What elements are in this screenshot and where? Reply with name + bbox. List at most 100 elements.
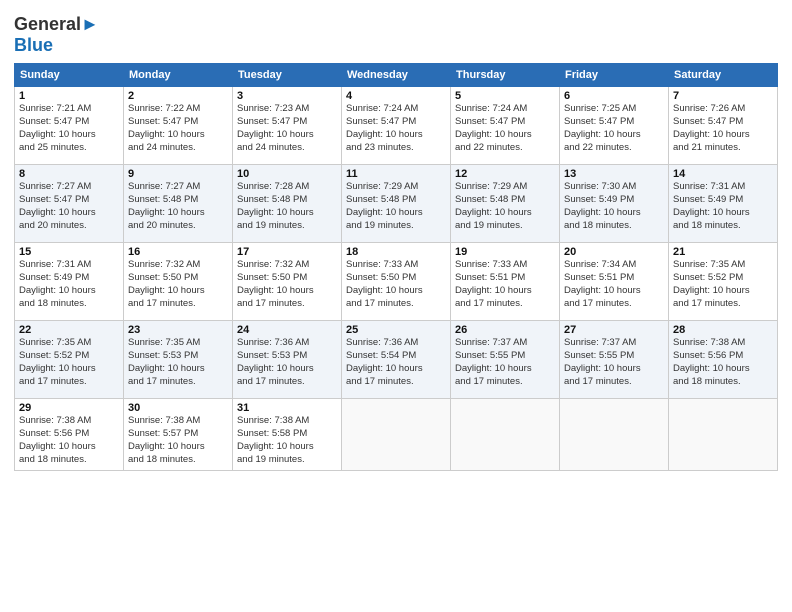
day-info: Sunrise: 7:31 AM Sunset: 5:49 PM Dayligh… — [19, 259, 119, 310]
day-info: Sunrise: 7:38 AM Sunset: 5:58 PM Dayligh… — [237, 415, 337, 466]
day-number: 30 — [128, 402, 228, 414]
calendar-cell — [451, 399, 560, 470]
day-info: Sunrise: 7:37 AM Sunset: 5:55 PM Dayligh… — [455, 337, 555, 388]
day-info: Sunrise: 7:33 AM Sunset: 5:51 PM Dayligh… — [455, 259, 555, 310]
day-number: 27 — [564, 324, 664, 336]
day-header-wednesday: Wednesday — [342, 64, 451, 87]
day-info: Sunrise: 7:32 AM Sunset: 5:50 PM Dayligh… — [237, 259, 337, 310]
calendar-cell: 17Sunrise: 7:32 AM Sunset: 5:50 PM Dayli… — [233, 243, 342, 321]
day-number: 22 — [19, 324, 119, 336]
day-number: 29 — [19, 402, 119, 414]
day-number: 23 — [128, 324, 228, 336]
day-header-friday: Friday — [560, 64, 669, 87]
calendar-cell: 23Sunrise: 7:35 AM Sunset: 5:53 PM Dayli… — [124, 321, 233, 399]
calendar-cell: 10Sunrise: 7:28 AM Sunset: 5:48 PM Dayli… — [233, 165, 342, 243]
calendar-cell: 12Sunrise: 7:29 AM Sunset: 5:48 PM Dayli… — [451, 165, 560, 243]
calendar-cell: 3Sunrise: 7:23 AM Sunset: 5:47 PM Daylig… — [233, 87, 342, 165]
day-number: 15 — [19, 246, 119, 258]
day-info: Sunrise: 7:31 AM Sunset: 5:49 PM Dayligh… — [673, 181, 773, 232]
logo: General► Blue — [14, 14, 99, 55]
calendar-cell — [560, 399, 669, 470]
calendar-cell — [342, 399, 451, 470]
calendar-cell: 11Sunrise: 7:29 AM Sunset: 5:48 PM Dayli… — [342, 165, 451, 243]
calendar-week-row: 8Sunrise: 7:27 AM Sunset: 5:47 PM Daylig… — [15, 165, 778, 243]
day-info: Sunrise: 7:21 AM Sunset: 5:47 PM Dayligh… — [19, 103, 119, 154]
day-info: Sunrise: 7:35 AM Sunset: 5:52 PM Dayligh… — [19, 337, 119, 388]
calendar-week-row: 1Sunrise: 7:21 AM Sunset: 5:47 PM Daylig… — [15, 87, 778, 165]
calendar-cell: 8Sunrise: 7:27 AM Sunset: 5:47 PM Daylig… — [15, 165, 124, 243]
day-number: 8 — [19, 168, 119, 180]
calendar-cell: 21Sunrise: 7:35 AM Sunset: 5:52 PM Dayli… — [669, 243, 778, 321]
day-number: 14 — [673, 168, 773, 180]
calendar-cell: 27Sunrise: 7:37 AM Sunset: 5:55 PM Dayli… — [560, 321, 669, 399]
day-number: 4 — [346, 90, 446, 102]
calendar-cell: 24Sunrise: 7:36 AM Sunset: 5:53 PM Dayli… — [233, 321, 342, 399]
calendar-header-row: SundayMondayTuesdayWednesdayThursdayFrid… — [15, 64, 778, 87]
day-info: Sunrise: 7:30 AM Sunset: 5:49 PM Dayligh… — [564, 181, 664, 232]
calendar-cell: 30Sunrise: 7:38 AM Sunset: 5:57 PM Dayli… — [124, 399, 233, 470]
day-number: 21 — [673, 246, 773, 258]
day-info: Sunrise: 7:24 AM Sunset: 5:47 PM Dayligh… — [346, 103, 446, 154]
calendar-cell: 19Sunrise: 7:33 AM Sunset: 5:51 PM Dayli… — [451, 243, 560, 321]
day-number: 17 — [237, 246, 337, 258]
day-number: 2 — [128, 90, 228, 102]
calendar-cell: 9Sunrise: 7:27 AM Sunset: 5:48 PM Daylig… — [124, 165, 233, 243]
day-info: Sunrise: 7:33 AM Sunset: 5:50 PM Dayligh… — [346, 259, 446, 310]
calendar-cell: 14Sunrise: 7:31 AM Sunset: 5:49 PM Dayli… — [669, 165, 778, 243]
header: General► Blue — [14, 10, 778, 55]
calendar-cell: 5Sunrise: 7:24 AM Sunset: 5:47 PM Daylig… — [451, 87, 560, 165]
calendar-cell: 2Sunrise: 7:22 AM Sunset: 5:47 PM Daylig… — [124, 87, 233, 165]
calendar-cell: 16Sunrise: 7:32 AM Sunset: 5:50 PM Dayli… — [124, 243, 233, 321]
day-number: 13 — [564, 168, 664, 180]
day-info: Sunrise: 7:24 AM Sunset: 5:47 PM Dayligh… — [455, 103, 555, 154]
day-number: 10 — [237, 168, 337, 180]
day-number: 6 — [564, 90, 664, 102]
day-header-saturday: Saturday — [669, 64, 778, 87]
calendar-cell: 6Sunrise: 7:25 AM Sunset: 5:47 PM Daylig… — [560, 87, 669, 165]
day-info: Sunrise: 7:27 AM Sunset: 5:48 PM Dayligh… — [128, 181, 228, 232]
day-number: 24 — [237, 324, 337, 336]
day-number: 11 — [346, 168, 446, 180]
calendar-week-row: 15Sunrise: 7:31 AM Sunset: 5:49 PM Dayli… — [15, 243, 778, 321]
calendar-cell: 1Sunrise: 7:21 AM Sunset: 5:47 PM Daylig… — [15, 87, 124, 165]
day-header-thursday: Thursday — [451, 64, 560, 87]
day-info: Sunrise: 7:29 AM Sunset: 5:48 PM Dayligh… — [455, 181, 555, 232]
calendar-cell: 22Sunrise: 7:35 AM Sunset: 5:52 PM Dayli… — [15, 321, 124, 399]
calendar-cell: 26Sunrise: 7:37 AM Sunset: 5:55 PM Dayli… — [451, 321, 560, 399]
calendar-cell — [669, 399, 778, 470]
calendar-cell: 15Sunrise: 7:31 AM Sunset: 5:49 PM Dayli… — [15, 243, 124, 321]
day-info: Sunrise: 7:22 AM Sunset: 5:47 PM Dayligh… — [128, 103, 228, 154]
calendar-container: General► Blue SundayMondayTuesdayWednesd… — [0, 0, 792, 612]
day-header-tuesday: Tuesday — [233, 64, 342, 87]
calendar-cell: 18Sunrise: 7:33 AM Sunset: 5:50 PM Dayli… — [342, 243, 451, 321]
day-number: 12 — [455, 168, 555, 180]
day-number: 3 — [237, 90, 337, 102]
day-number: 9 — [128, 168, 228, 180]
day-header-sunday: Sunday — [15, 64, 124, 87]
day-info: Sunrise: 7:34 AM Sunset: 5:51 PM Dayligh… — [564, 259, 664, 310]
calendar-week-row: 22Sunrise: 7:35 AM Sunset: 5:52 PM Dayli… — [15, 321, 778, 399]
day-info: Sunrise: 7:35 AM Sunset: 5:53 PM Dayligh… — [128, 337, 228, 388]
day-number: 1 — [19, 90, 119, 102]
calendar-week-row: 29Sunrise: 7:38 AM Sunset: 5:56 PM Dayli… — [15, 399, 778, 470]
calendar-cell: 29Sunrise: 7:38 AM Sunset: 5:56 PM Dayli… — [15, 399, 124, 470]
day-number: 20 — [564, 246, 664, 258]
day-number: 7 — [673, 90, 773, 102]
day-number: 16 — [128, 246, 228, 258]
day-header-monday: Monday — [124, 64, 233, 87]
day-info: Sunrise: 7:38 AM Sunset: 5:57 PM Dayligh… — [128, 415, 228, 466]
day-info: Sunrise: 7:32 AM Sunset: 5:50 PM Dayligh… — [128, 259, 228, 310]
day-number: 26 — [455, 324, 555, 336]
day-number: 5 — [455, 90, 555, 102]
day-info: Sunrise: 7:38 AM Sunset: 5:56 PM Dayligh… — [19, 415, 119, 466]
day-info: Sunrise: 7:26 AM Sunset: 5:47 PM Dayligh… — [673, 103, 773, 154]
day-info: Sunrise: 7:36 AM Sunset: 5:54 PM Dayligh… — [346, 337, 446, 388]
calendar-table: SundayMondayTuesdayWednesdayThursdayFrid… — [14, 63, 778, 470]
day-info: Sunrise: 7:37 AM Sunset: 5:55 PM Dayligh… — [564, 337, 664, 388]
calendar-cell: 28Sunrise: 7:38 AM Sunset: 5:56 PM Dayli… — [669, 321, 778, 399]
calendar-cell: 4Sunrise: 7:24 AM Sunset: 5:47 PM Daylig… — [342, 87, 451, 165]
day-info: Sunrise: 7:25 AM Sunset: 5:47 PM Dayligh… — [564, 103, 664, 154]
logo-text: General► Blue — [14, 14, 99, 55]
calendar-cell: 7Sunrise: 7:26 AM Sunset: 5:47 PM Daylig… — [669, 87, 778, 165]
day-info: Sunrise: 7:35 AM Sunset: 5:52 PM Dayligh… — [673, 259, 773, 310]
